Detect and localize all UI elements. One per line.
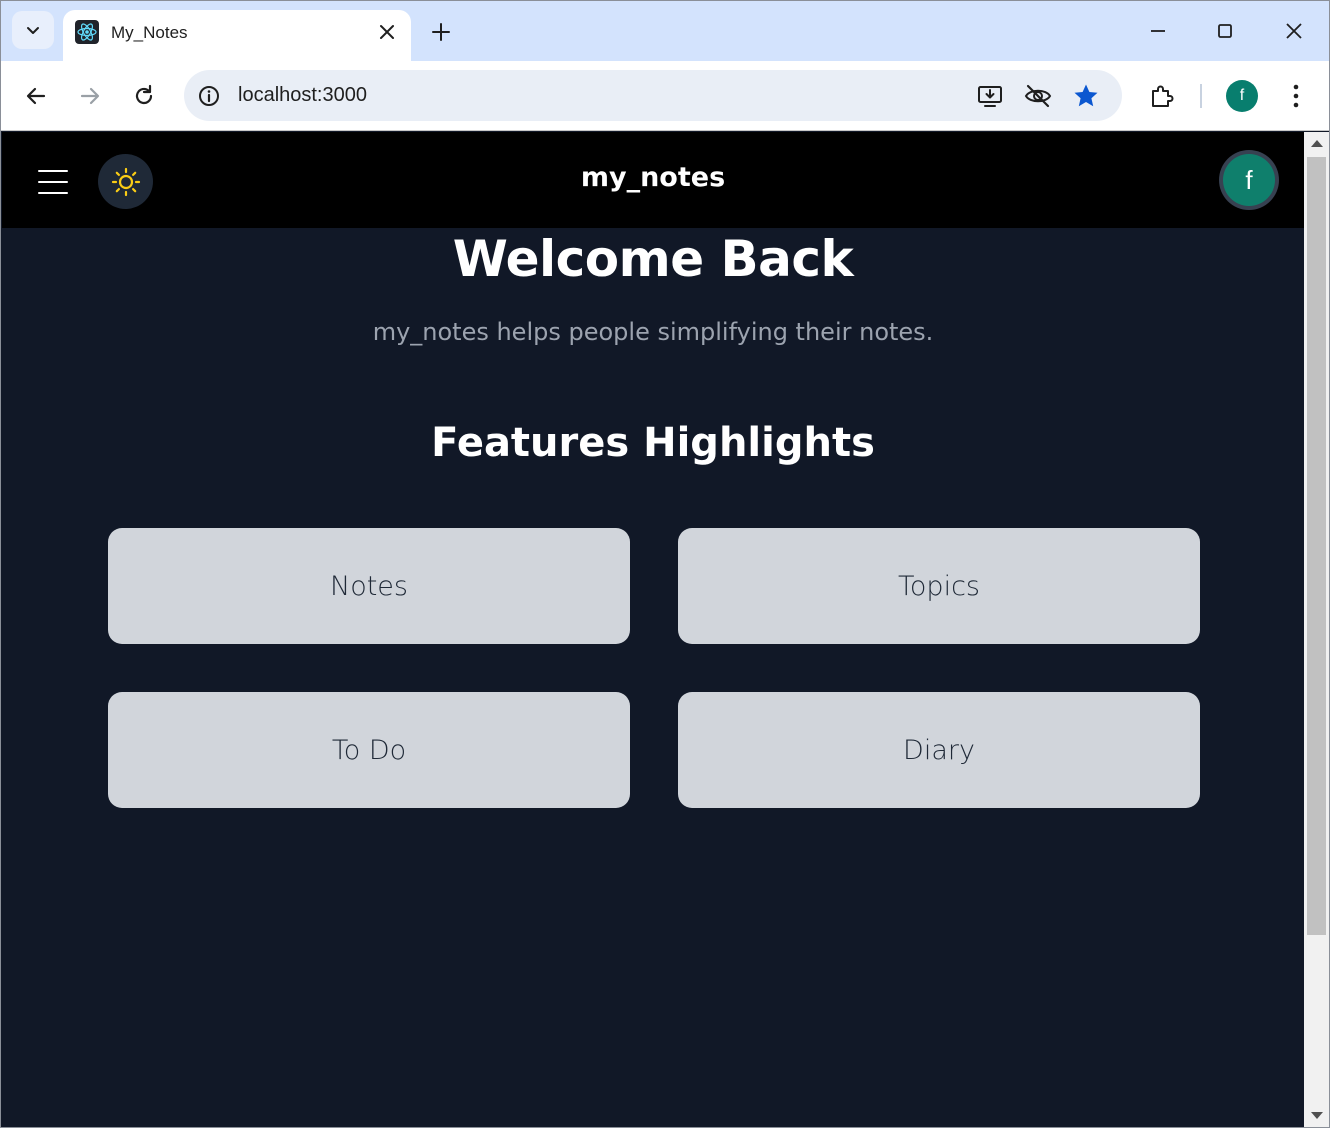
scroll-up-arrow-icon[interactable] (1311, 140, 1323, 147)
more-menu-icon[interactable] (1282, 82, 1310, 110)
reload-icon[interactable] (130, 82, 158, 110)
minimize-window-icon[interactable] (1144, 17, 1172, 45)
toolbar-divider (1200, 84, 1202, 108)
install-app-icon[interactable] (976, 82, 1004, 110)
tab-title: My_Notes (111, 23, 188, 42)
back-arrow-icon[interactable] (22, 82, 50, 110)
app-header: my_notes f (2, 132, 1304, 228)
browser-toolbar: localhost:3000 f (1, 61, 1329, 131)
forward-arrow-icon[interactable] (76, 82, 104, 110)
browser-profile-avatar[interactable]: f (1226, 80, 1258, 112)
feature-card-topics[interactable]: Topics (678, 528, 1200, 644)
feature-card-notes[interactable]: Notes (108, 528, 630, 644)
welcome-subtitle: my_notes helps people simplifying their … (372, 318, 934, 346)
tab-search-button[interactable] (12, 11, 54, 49)
eye-off-icon[interactable] (1023, 82, 1053, 110)
user-avatar-button[interactable]: f (1219, 150, 1279, 210)
chevron-down-icon (27, 27, 39, 34)
browser-tab-strip: My_Notes (1, 1, 1329, 61)
feature-card-todo[interactable]: To Do (108, 692, 630, 808)
close-tab-icon[interactable] (376, 21, 398, 43)
close-window-icon[interactable] (1280, 17, 1308, 45)
scroll-down-arrow-icon[interactable] (1311, 1112, 1323, 1119)
address-url: localhost:3000 (238, 84, 367, 106)
site-info-icon[interactable] (197, 84, 221, 108)
page-viewport: my_notes f Welcome Back my_notes helps p… (2, 132, 1304, 1127)
new-tab-icon[interactable] (428, 19, 454, 45)
scrollbar-thumb[interactable] (1307, 157, 1326, 935)
features-heading: Features Highlights (431, 420, 875, 466)
maximize-window-icon[interactable] (1211, 17, 1239, 45)
app-brand-title: my_notes (580, 162, 726, 193)
bookmark-star-icon[interactable] (1072, 82, 1100, 110)
address-bar[interactable]: localhost:3000 (184, 70, 1122, 121)
page-scrollbar[interactable] (1304, 132, 1329, 1127)
feature-card-diary[interactable]: Diary (678, 692, 1200, 808)
react-logo-icon (75, 20, 99, 44)
extensions-puzzle-icon[interactable] (1148, 82, 1176, 110)
welcome-heading: Welcome Back (452, 230, 854, 288)
browser-tab-active[interactable]: My_Notes (63, 10, 411, 61)
user-avatar: f (1223, 154, 1275, 206)
